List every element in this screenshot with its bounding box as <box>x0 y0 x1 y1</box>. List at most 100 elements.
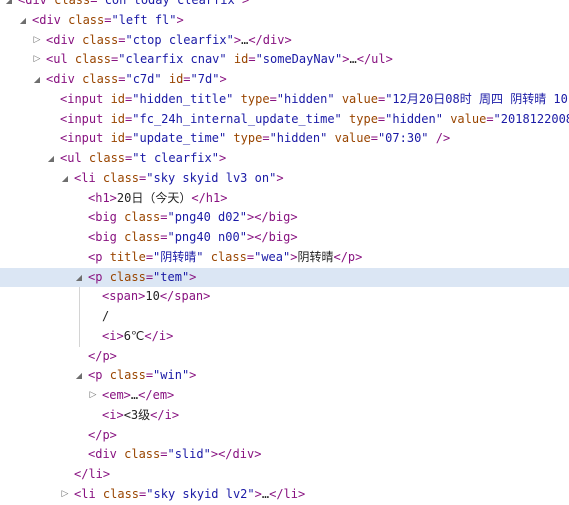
tag-token: </p> <box>88 348 117 363</box>
attribute-name: class <box>82 32 119 47</box>
tag-token: </p> <box>88 427 117 442</box>
tree-node[interactable]: ▷ <li class="sky skyid lv2">…</li> <box>0 485 569 505</box>
tree-node[interactable]: <h1>20日（今天）</h1> <box>0 189 569 209</box>
tag-token: <ul <box>46 52 75 67</box>
tree-node[interactable]: <div class="slid"></div> <box>0 445 569 465</box>
node-markup: <i>6℃</i> <box>102 327 173 347</box>
attribute-name: type <box>233 131 263 146</box>
triangle-down-icon[interactable]: ◢ <box>32 70 42 90</box>
attribute-value: "con today clearfix" <box>97 0 242 7</box>
tree-node[interactable]: ▷ <div class="ctop clearfix">…</div> <box>0 31 569 51</box>
triangle-right-icon[interactable]: ▷ <box>60 485 70 505</box>
tree-node[interactable]: ▷ <ul class="clearfix cnav" id="someDayNa… <box>0 50 569 70</box>
tag-token: > <box>219 72 227 86</box>
node-markup: <input id="hidden_title" type="hidden" v… <box>60 90 568 110</box>
node-markup: <input id="update_time" type="hidden" va… <box>60 129 450 149</box>
triangle-down-icon[interactable]: ◢ <box>18 11 28 31</box>
text-node: 阴转晴 <box>297 249 334 264</box>
node-markup: <li class="sky skyid lv3 on"> <box>74 169 284 189</box>
tree-node[interactable]: <i><3级</i> <box>0 406 569 426</box>
tree-node[interactable]: </li> <box>0 465 569 485</box>
attribute-value: "t clearfix" <box>132 151 219 165</box>
tree-node[interactable]: <big class="png40 n00"></big> <box>0 228 569 248</box>
tag-token: > <box>189 368 197 383</box>
tag-token: <div <box>88 447 125 462</box>
tag-token: > <box>254 486 262 501</box>
attribute-name: class <box>68 12 105 27</box>
triangle-down-icon[interactable]: ◢ <box>60 169 70 189</box>
triangle-down-icon[interactable]: ◢ <box>46 149 56 169</box>
tag-token: <p <box>88 368 110 383</box>
node-markup: <p class="win"> <box>88 366 196 386</box>
tag-token: = <box>370 131 378 146</box>
tree-node[interactable]: </p> <box>0 347 569 367</box>
tree-node[interactable]: </p> <box>0 426 569 446</box>
attribute-name: class <box>109 368 146 383</box>
tag-token <box>227 52 234 66</box>
tree-node[interactable]: <span>10</span> <box>0 287 569 307</box>
tag-token: = <box>248 52 256 67</box>
attribute-value: "阴转晴" <box>153 249 204 264</box>
tree-node[interactable]: ◢ <div class="left fl"> <box>0 11 569 31</box>
text-node: 10 <box>145 289 160 304</box>
attribute-value: "c7d" <box>125 72 162 86</box>
attribute-name: value <box>334 131 371 146</box>
text-node: / <box>102 309 110 323</box>
triangle-down-icon[interactable]: ◢ <box>74 268 84 288</box>
tag-token: > <box>189 269 197 284</box>
attribute-name: title <box>109 249 146 264</box>
tag-token <box>342 112 349 126</box>
tree-node[interactable]: <p title="阴转晴" class="wea">阴转晴</p> <box>0 248 569 268</box>
tag-token: <li <box>74 170 103 185</box>
node-markup: <big class="png40 n00"></big> <box>88 228 298 248</box>
attribute-name: id <box>110 91 126 106</box>
attribute-name: type <box>240 91 270 106</box>
node-markup: / <box>102 307 109 327</box>
attribute-value: "hidden" <box>276 91 335 106</box>
tag-token <box>162 72 169 86</box>
tag-token: <input <box>60 131 111 146</box>
selection-guide-line <box>79 287 80 347</box>
triangle-down-icon[interactable]: ◢ <box>74 366 84 386</box>
attribute-name: id <box>110 131 126 146</box>
tree-node[interactable]: ◢ <p class="win"> <box>0 366 569 386</box>
node-markup: <p class="tem"> <box>88 268 196 288</box>
triangle-right-icon[interactable]: ▷ <box>88 386 98 406</box>
triangle-right-icon[interactable]: ▷ <box>32 31 42 51</box>
attribute-name: class <box>124 447 161 462</box>
triangle-right-icon[interactable]: ▷ <box>32 50 42 70</box>
tree-node[interactable]: <input id="fc_24h_internal_update_time" … <box>0 110 569 130</box>
attribute-name: class <box>124 210 161 225</box>
tag-token: </h1> <box>191 190 228 205</box>
tree-node[interactable]: <i>6℃</i> <box>0 327 569 347</box>
attribute-name: value <box>341 91 378 106</box>
tag-token: <ul <box>60 151 89 165</box>
tree-node[interactable]: ◢ <div class="con today clearfix"> <box>0 0 569 11</box>
tree-node[interactable]: <input id="update_time" type="hidden" va… <box>0 129 569 149</box>
node-markup: </li> <box>74 465 110 485</box>
tag-token: <h1> <box>88 190 117 205</box>
tag-token: <span> <box>102 289 146 304</box>
attribute-name: id <box>233 52 249 67</box>
tag-token: = <box>183 72 191 86</box>
tag-token: = <box>269 91 277 106</box>
node-markup: <ul class="clearfix cnav" id="someDayNav… <box>46 50 393 70</box>
tree-node-selected[interactable]: ◢ <p class="tem"> <box>0 267 569 288</box>
tree-node[interactable]: ◢ <ul class="t clearfix"> <box>0 149 569 169</box>
tag-token: <p <box>88 249 110 264</box>
tag-token: = <box>246 249 255 264</box>
node-markup: </p> <box>88 347 117 367</box>
tree-node[interactable]: ◢ <div class="c7d" id="7d"> <box>0 70 569 90</box>
tree-node[interactable]: / <box>0 307 569 327</box>
tag-token: ></big> <box>246 230 298 244</box>
tag-token: </em> <box>138 388 175 402</box>
triangle-down-icon[interactable]: ◢ <box>4 0 14 11</box>
tag-token: ></big> <box>246 210 298 225</box>
attribute-name: class <box>210 249 247 264</box>
tree-node[interactable]: ◢ <li class="sky skyid lv3 on"> <box>0 169 569 189</box>
tree-node[interactable]: <big class="png40 d02"></big> <box>0 208 569 228</box>
tree-node[interactable]: ▷ <em>…</em> <box>0 386 569 406</box>
tree-node[interactable]: <input id="hidden_title" type="hidden" v… <box>0 90 569 110</box>
tag-token: </p> <box>333 249 363 264</box>
node-markup: <input id="fc_24h_internal_update_time" … <box>60 110 569 130</box>
